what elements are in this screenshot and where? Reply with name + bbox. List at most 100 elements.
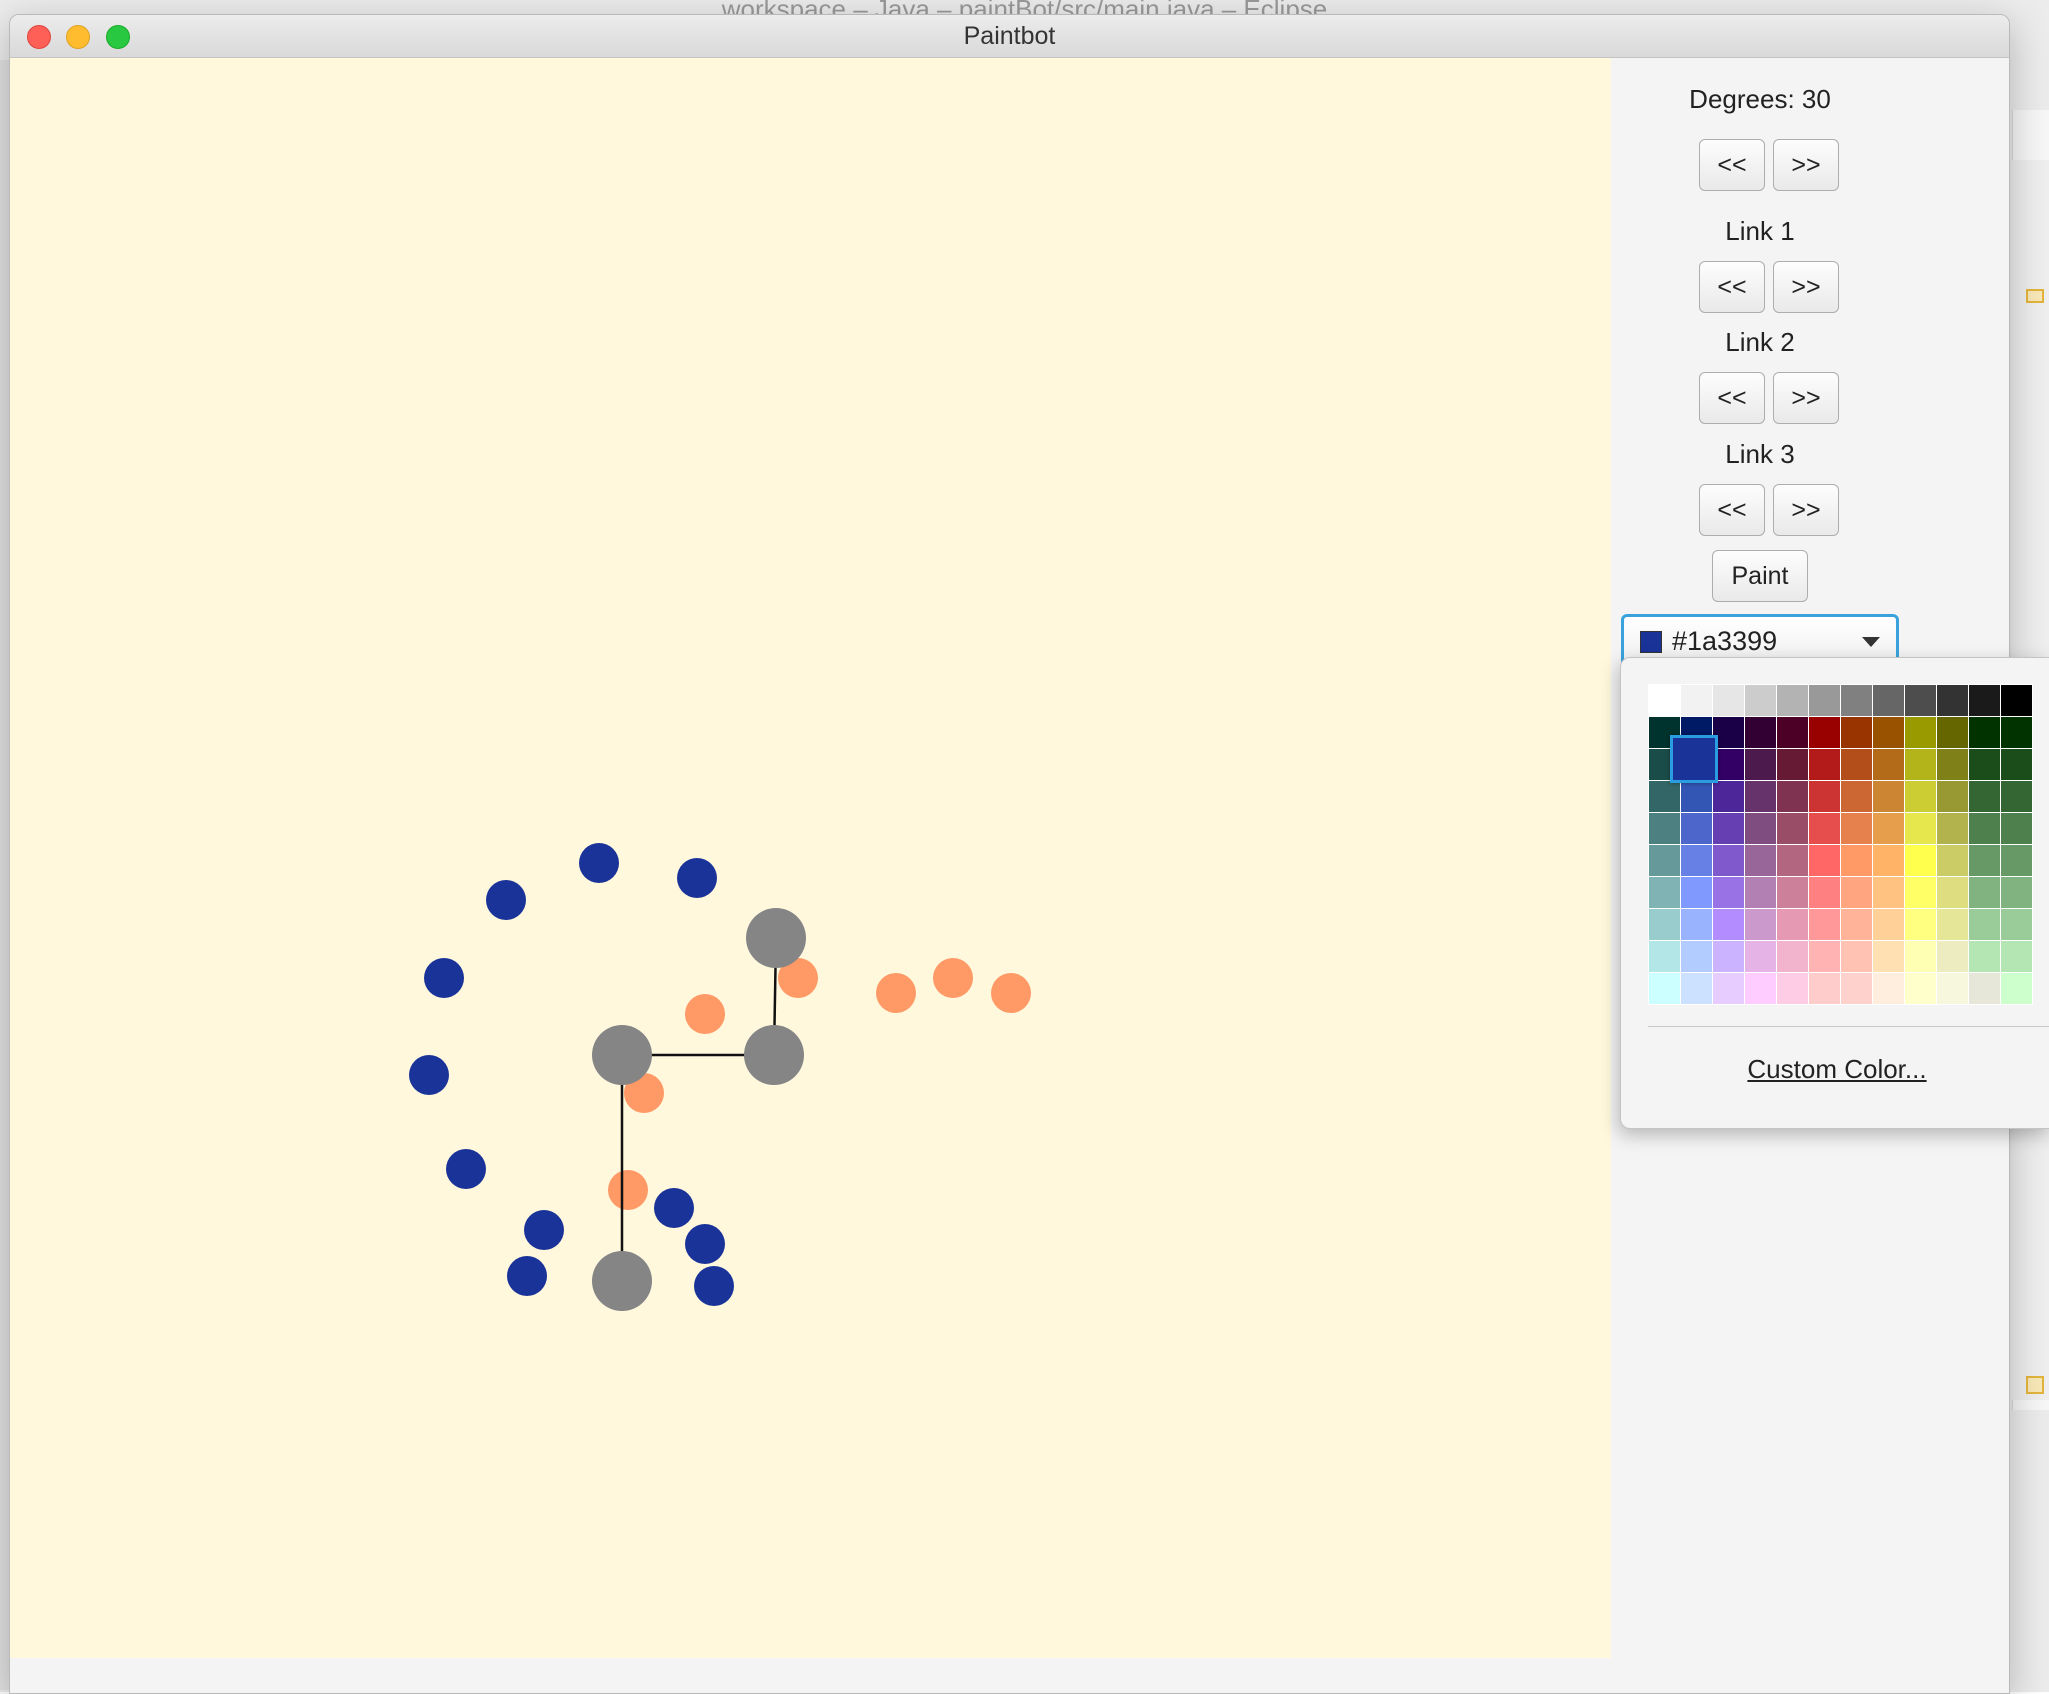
palette-color-cell[interactable] xyxy=(1809,973,1840,1004)
degrees-increase-button[interactable]: >> xyxy=(1773,139,1839,191)
palette-color-cell[interactable] xyxy=(1777,717,1808,748)
palette-color-cell[interactable] xyxy=(1905,941,1936,972)
palette-color-cell[interactable] xyxy=(1681,781,1712,812)
palette-color-cell[interactable] xyxy=(1905,909,1936,940)
palette-color-cell[interactable] xyxy=(1969,909,2000,940)
palette-color-cell[interactable] xyxy=(1969,941,2000,972)
palette-color-cell[interactable] xyxy=(1937,845,1968,876)
palette-color-cell[interactable] xyxy=(1681,973,1712,1004)
palette-color-cell[interactable] xyxy=(1873,909,1904,940)
palette-color-cell[interactable] xyxy=(1969,877,2000,908)
palette-color-cell[interactable] xyxy=(1777,845,1808,876)
palette-color-cell[interactable] xyxy=(1905,749,1936,780)
palette-color-cell[interactable] xyxy=(1873,813,1904,844)
palette-color-cell[interactable] xyxy=(1809,941,1840,972)
palette-color-cell[interactable] xyxy=(1969,749,2000,780)
palette-color-cell[interactable] xyxy=(1745,877,1776,908)
palette-color-cell[interactable] xyxy=(1649,845,1680,876)
palette-color-cell[interactable] xyxy=(1937,877,1968,908)
palette-color-cell[interactable] xyxy=(1713,813,1744,844)
palette-color-cell[interactable] xyxy=(1873,685,1904,716)
palette-color-cell[interactable] xyxy=(1873,845,1904,876)
palette-color-cell[interactable] xyxy=(1905,781,1936,812)
palette-color-cell[interactable] xyxy=(2001,973,2032,1004)
palette-color-cell[interactable] xyxy=(1841,749,1872,780)
palette-color-cell[interactable] xyxy=(1777,749,1808,780)
palette-color-cell[interactable] xyxy=(1841,973,1872,1004)
palette-color-cell[interactable] xyxy=(1905,717,1936,748)
palette-color-cell[interactable] xyxy=(1713,941,1744,972)
palette-color-cell[interactable] xyxy=(1649,813,1680,844)
palette-color-cell[interactable] xyxy=(1649,909,1680,940)
palette-color-cell[interactable] xyxy=(1969,781,2000,812)
palette-color-cell[interactable] xyxy=(1905,813,1936,844)
palette-color-cell[interactable] xyxy=(1873,973,1904,1004)
palette-color-cell[interactable] xyxy=(1841,685,1872,716)
palette-color-cell[interactable] xyxy=(1681,909,1712,940)
palette-color-cell[interactable] xyxy=(1841,781,1872,812)
palette-color-cell[interactable] xyxy=(1745,813,1776,844)
palette-color-cell[interactable] xyxy=(2001,813,2032,844)
palette-color-cell[interactable] xyxy=(1745,717,1776,748)
paint-button[interactable]: Paint xyxy=(1712,550,1808,602)
palette-color-cell[interactable] xyxy=(1649,877,1680,908)
palette-color-cell[interactable] xyxy=(1905,877,1936,908)
palette-color-cell[interactable] xyxy=(1777,909,1808,940)
palette-color-cell[interactable] xyxy=(2001,909,2032,940)
palette-color-cell[interactable] xyxy=(1745,909,1776,940)
palette-color-cell[interactable] xyxy=(1713,781,1744,812)
link2-rotate-left-button[interactable]: << xyxy=(1699,372,1765,424)
palette-color-cell[interactable] xyxy=(1777,941,1808,972)
link3-rotate-left-button[interactable]: << xyxy=(1699,484,1765,536)
palette-color-cell[interactable] xyxy=(1873,749,1904,780)
palette-color-cell[interactable] xyxy=(1745,685,1776,716)
palette-color-cell[interactable] xyxy=(1681,813,1712,844)
palette-color-cell[interactable] xyxy=(1713,845,1744,876)
palette-color-cell[interactable] xyxy=(1745,781,1776,812)
palette-color-cell[interactable] xyxy=(1937,717,1968,748)
palette-color-cell[interactable] xyxy=(2001,845,2032,876)
palette-color-cell[interactable] xyxy=(1745,845,1776,876)
palette-color-cell[interactable] xyxy=(2001,941,2032,972)
palette-color-cell[interactable] xyxy=(1777,973,1808,1004)
palette-color-cell[interactable] xyxy=(1969,845,2000,876)
palette-color-cell[interactable] xyxy=(1841,717,1872,748)
palette-color-cell[interactable] xyxy=(1745,941,1776,972)
palette-color-cell[interactable] xyxy=(1841,941,1872,972)
palette-color-cell[interactable] xyxy=(1841,909,1872,940)
link2-rotate-right-button[interactable]: >> xyxy=(1773,372,1839,424)
link1-rotate-right-button[interactable]: >> xyxy=(1773,261,1839,313)
palette-color-cell[interactable] xyxy=(1809,909,1840,940)
palette-color-cell[interactable] xyxy=(1777,781,1808,812)
link1-rotate-left-button[interactable]: << xyxy=(1699,261,1765,313)
palette-color-cell[interactable] xyxy=(1905,973,1936,1004)
palette-color-cell[interactable] xyxy=(1745,749,1776,780)
palette-color-cell[interactable] xyxy=(1937,973,1968,1004)
palette-color-cell[interactable] xyxy=(1649,973,1680,1004)
palette-color-cell[interactable] xyxy=(1937,685,1968,716)
palette-selected-color[interactable] xyxy=(1670,735,1718,783)
palette-color-cell[interactable] xyxy=(1937,749,1968,780)
palette-color-cell[interactable] xyxy=(1777,813,1808,844)
palette-color-cell[interactable] xyxy=(1905,685,1936,716)
palette-color-cell[interactable] xyxy=(1937,941,1968,972)
palette-color-cell[interactable] xyxy=(2001,781,2032,812)
palette-color-cell[interactable] xyxy=(1809,717,1840,748)
palette-color-cell[interactable] xyxy=(1969,813,2000,844)
palette-color-cell[interactable] xyxy=(1873,717,1904,748)
palette-color-cell[interactable] xyxy=(1873,781,1904,812)
palette-color-cell[interactable] xyxy=(2001,877,2032,908)
custom-color-link[interactable]: Custom Color... xyxy=(1621,1054,2049,1085)
palette-color-cell[interactable] xyxy=(1873,877,1904,908)
palette-color-cell[interactable] xyxy=(2001,749,2032,780)
palette-color-cell[interactable] xyxy=(2001,717,2032,748)
paint-canvas[interactable] xyxy=(10,58,1611,1658)
palette-color-cell[interactable] xyxy=(1841,813,1872,844)
palette-color-cell[interactable] xyxy=(1713,973,1744,1004)
title-bar[interactable]: Paintbot xyxy=(10,15,2009,58)
palette-color-cell[interactable] xyxy=(1873,941,1904,972)
palette-color-cell[interactable] xyxy=(1649,781,1680,812)
palette-color-cell[interactable] xyxy=(1809,813,1840,844)
palette-color-cell[interactable] xyxy=(1905,845,1936,876)
palette-color-cell[interactable] xyxy=(1777,877,1808,908)
